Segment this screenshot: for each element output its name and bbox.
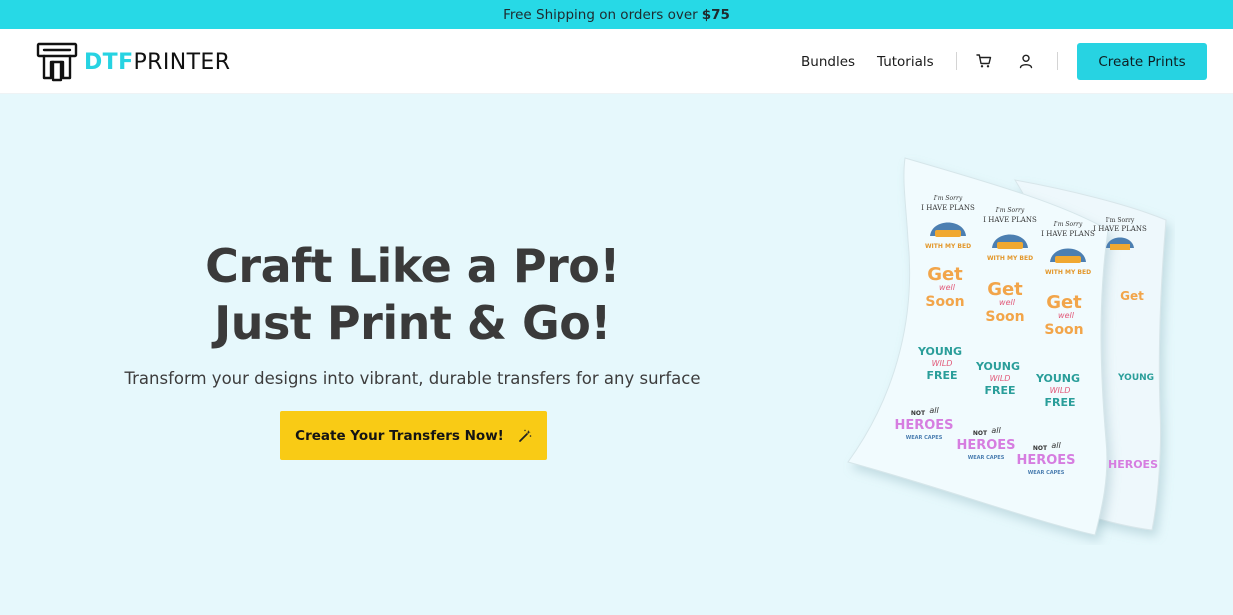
brand-name-rest: PRINTER <box>133 49 231 75</box>
cart-icon <box>976 54 992 68</box>
announcement-text: Free Shipping on orders over <box>503 6 698 23</box>
nav-bundles-label: Bundles <box>801 53 856 70</box>
design-text: YOUNG <box>1117 373 1154 383</box>
design-text: all <box>1051 441 1061 450</box>
design-text: WILD <box>1050 386 1071 395</box>
hero-text: Craft Like a Pro! Just Print & Go! Trans… <box>70 238 755 388</box>
cart-button[interactable] <box>974 51 994 71</box>
design-text: Get <box>1120 289 1144 303</box>
hero-title: Craft Like a Pro! Just Print & Go! <box>70 238 755 352</box>
design-text: NOT <box>911 410 926 417</box>
design-text: NOT <box>973 430 988 437</box>
user-icon <box>1019 54 1033 69</box>
design-text: WILD <box>990 374 1011 383</box>
design-text: I'm Sorry <box>933 195 963 202</box>
design-text: HEROES <box>1108 458 1158 471</box>
design-text: WILD <box>932 359 953 368</box>
nav-divider <box>956 52 957 70</box>
brand-logo[interactable]: DTFPRINTER <box>36 42 230 82</box>
brand-name-accent: DTF <box>84 49 134 75</box>
hero-title-line2: Just Print & Go! <box>214 296 611 350</box>
design-text: I'm Sorry <box>1053 221 1083 228</box>
design-text: all <box>929 406 939 415</box>
design-text: I HAVE PLANS <box>983 216 1037 224</box>
brand-name: DTFPRINTER <box>84 50 230 75</box>
design-text: WITH MY BED <box>925 243 971 250</box>
account-button[interactable] <box>1016 51 1036 71</box>
design-text: Soon <box>1044 322 1083 338</box>
design-text: FREE <box>984 384 1015 397</box>
design-text: Get <box>1046 292 1082 313</box>
design-text: Soon <box>985 309 1024 325</box>
create-transfers-button[interactable]: Create Your Transfers Now! <box>280 411 547 460</box>
design-text: WITH MY BED <box>1045 269 1091 276</box>
design-text: I'm Sorry <box>995 207 1025 214</box>
design-text: I HAVE PLANS <box>1041 230 1095 238</box>
create-prints-button[interactable]: Create Prints <box>1077 43 1207 80</box>
design-text: FREE <box>926 369 957 382</box>
printer-logo-icon <box>36 42 78 82</box>
design-text: well <box>939 283 956 292</box>
nav-divider <box>1057 52 1058 70</box>
design-text: HEROES <box>1016 453 1075 468</box>
design-text: FREE <box>1044 396 1075 409</box>
design-text: YOUNG <box>917 345 962 358</box>
site-header: DTFPRINTER Bundles Tutorials Create Prin… <box>0 29 1233 94</box>
design-text: NOT <box>1033 445 1048 452</box>
design-text: WEAR CAPES <box>906 435 943 441</box>
design-text: I HAVE PLANS <box>921 204 975 212</box>
announcement-amount: $75 <box>701 6 730 23</box>
design-text: WEAR CAPES <box>1028 470 1065 476</box>
design-text: HEROES <box>956 438 1015 453</box>
hero-subtitle: Transform your designs into vibrant, dur… <box>124 369 701 388</box>
design-text: YOUNG <box>975 360 1020 373</box>
design-text: WITH MY BED <box>987 255 1033 262</box>
create-prints-label: Create Prints <box>1098 53 1186 70</box>
design-text: I HAVE PLANS <box>1093 225 1147 233</box>
hero-title-line1: Craft Like a Pro! <box>205 239 620 293</box>
design-text: well <box>999 298 1016 307</box>
nav-tutorials[interactable]: Tutorials <box>877 29 934 94</box>
transfer-sheets-image: I'm Sorry I HAVE PLANS Get YOUNG HEROES … <box>847 157 1167 536</box>
magic-wand-icon <box>518 429 532 443</box>
design-text: WEAR CAPES <box>968 455 1005 461</box>
design-text: I'm Sorry <box>1106 217 1135 224</box>
design-text: Soon <box>925 294 964 310</box>
design-text: Get <box>927 264 963 285</box>
design-text: YOUNG <box>1035 372 1080 385</box>
announcement-bar: Free Shipping on orders over $75 <box>0 0 1233 29</box>
design-text: all <box>991 426 1001 435</box>
design-text: Get <box>987 279 1023 300</box>
design-text: well <box>1058 311 1075 320</box>
nav-bundles[interactable]: Bundles <box>801 29 855 94</box>
nav-tutorials-label: Tutorials <box>877 53 934 70</box>
design-text: HEROES <box>894 418 953 433</box>
create-transfers-label: Create Your Transfers Now! <box>295 427 504 444</box>
front-sheet <box>847 157 1109 536</box>
